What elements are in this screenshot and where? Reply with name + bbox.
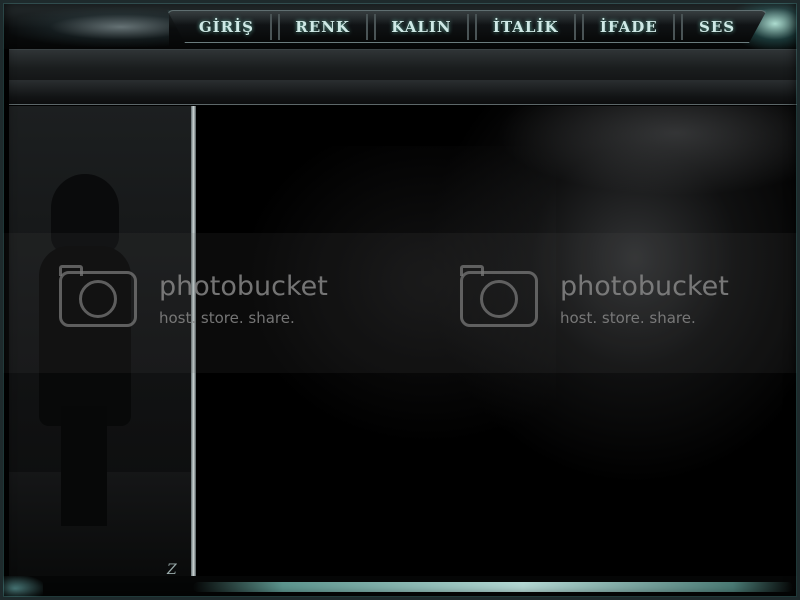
nav-separator bbox=[269, 13, 280, 40]
watermark-tagline: host. store. share. bbox=[159, 309, 295, 327]
bottom-glow bbox=[193, 582, 793, 592]
window-frame: GİRİŞ RENK KALIN İTALİK İFADE SES Z phot… bbox=[0, 0, 800, 600]
nav-item-ifade[interactable]: İFADE bbox=[594, 18, 664, 36]
watermark-tagline: host. store. share. bbox=[560, 309, 696, 327]
camera-icon bbox=[460, 265, 538, 327]
nav-separator bbox=[574, 13, 585, 40]
subheader-bar bbox=[9, 80, 797, 105]
top-left-glow bbox=[9, 7, 169, 47]
nav-item-ses[interactable]: SES bbox=[693, 18, 741, 36]
nav-item-kalin[interactable]: KALIN bbox=[385, 18, 457, 36]
nav-item-italik[interactable]: İTALİK bbox=[487, 18, 565, 36]
watermark-left: photobucket host. store. share. bbox=[59, 265, 328, 327]
watermark-brand: photobucket bbox=[159, 271, 328, 302]
nav-separator bbox=[673, 13, 684, 40]
bottom-left-glow bbox=[3, 576, 43, 597]
watermark-right: photobucket host. store. share. bbox=[460, 265, 729, 327]
nav-separator bbox=[467, 13, 478, 40]
camera-icon bbox=[59, 265, 137, 327]
hair-highlight bbox=[496, 106, 796, 196]
bottom-band bbox=[3, 576, 797, 597]
main-nav: GİRİŞ RENK KALIN İTALİK İFADE SES bbox=[167, 10, 767, 43]
nav-item-giris[interactable]: GİRİŞ bbox=[193, 18, 260, 36]
watermark-brand: photobucket bbox=[560, 271, 729, 302]
nav-item-renk[interactable]: RENK bbox=[289, 18, 356, 36]
header-bar bbox=[9, 49, 797, 81]
silhouette-legs bbox=[61, 406, 107, 526]
nav-separator bbox=[365, 13, 376, 40]
